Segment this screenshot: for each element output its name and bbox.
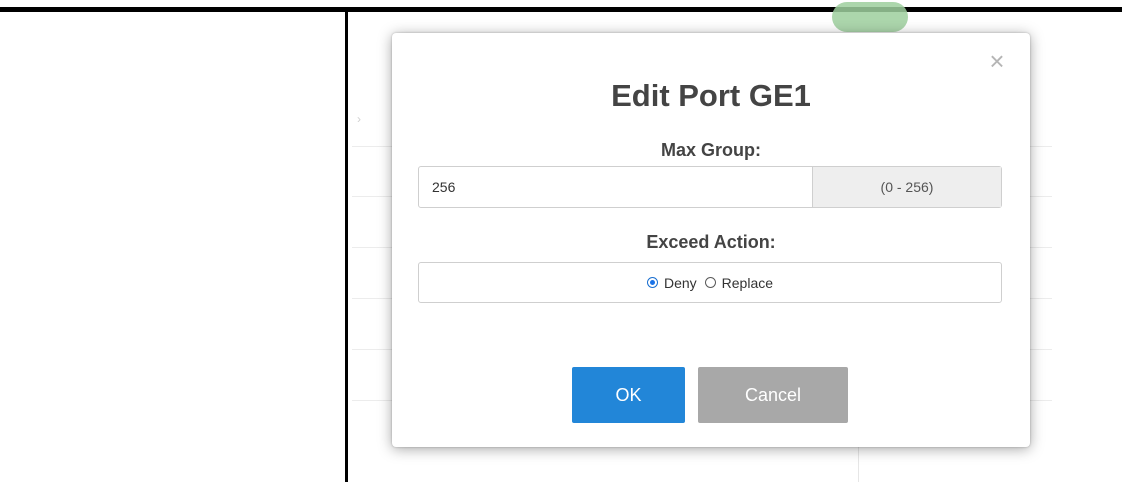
radio-replace[interactable]: Replace — [704, 274, 774, 291]
close-icon[interactable]: × — [985, 48, 1009, 74]
radio-unselected-icon[interactable] — [704, 277, 716, 288]
background-chevron-icon: › — [357, 112, 361, 126]
background-apply-button — [832, 2, 908, 32]
ok-button[interactable]: OK — [572, 367, 685, 423]
exceed-action-group: Deny Replace — [418, 262, 1002, 303]
max-group-range-hint: (0 - 256) — [813, 167, 1001, 207]
radio-replace-label: Replace — [721, 274, 774, 291]
max-group-label: Max Group: — [660, 140, 761, 160]
background-column-divider — [858, 446, 859, 482]
dialog-title: Edit Port GE1 — [611, 78, 811, 113]
radio-deny[interactable]: Deny — [646, 274, 697, 291]
edit-port-dialog: × Edit Port GE1 Max Group: (0 - 256) Exc… — [392, 33, 1030, 447]
cancel-button[interactable]: Cancel — [698, 367, 848, 423]
max-group-field: (0 - 256) — [418, 166, 1002, 208]
radio-deny-label: Deny — [663, 274, 697, 291]
max-group-input[interactable] — [419, 167, 813, 207]
radio-selected-icon[interactable] — [646, 277, 658, 288]
exceed-action-label: Exceed Action: — [646, 232, 776, 252]
